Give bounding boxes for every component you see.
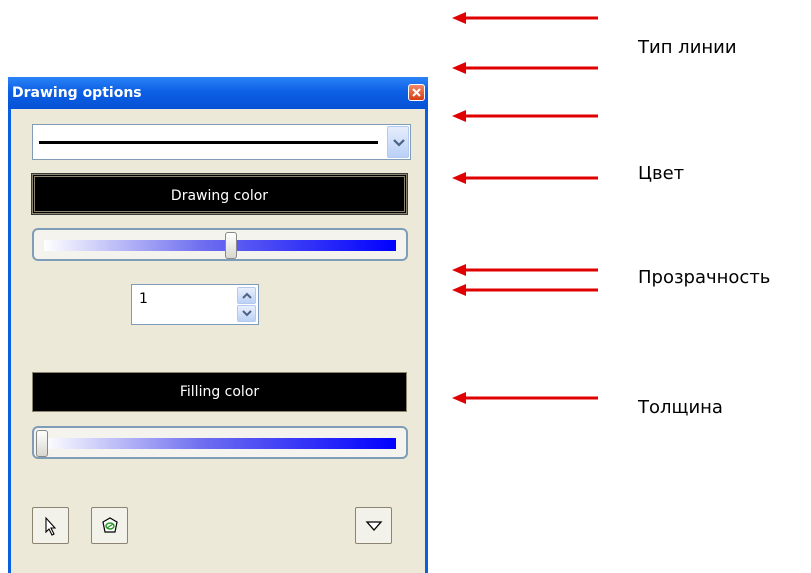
window-title: Drawing options [12,85,142,101]
filling-color-button[interactable]: Filling color [32,372,407,412]
chevron-down-icon [242,310,252,317]
line-style-preview [39,141,378,144]
chevron-up-icon [242,292,252,299]
slider-track [44,438,396,449]
spin-up-button[interactable] [237,287,256,304]
slider-thumb[interactable] [224,232,237,259]
dropdown-triangle-icon [365,521,383,531]
annotation-arrow [452,264,598,276]
pointer-icon [45,516,57,536]
label-color: Цвет [638,163,685,184]
annotation-arrow [452,62,598,74]
slider-thumb[interactable] [36,430,48,457]
label-line-type: Тип линии [638,37,737,58]
chevron-down-icon [393,139,405,147]
filling-transparency-slider[interactable] [32,426,408,459]
annotation-arrow [452,284,598,296]
drawing-color-button[interactable]: Drawing color [31,173,408,215]
more-options-button[interactable] [355,507,392,544]
annotation-arrow [452,110,598,122]
close-button[interactable] [408,84,425,101]
panel-body: Drawing color 1 Filling color [11,109,425,573]
annotation-arrow [452,12,598,24]
label-thickness: Толщина [638,397,723,418]
line-type-dropdown-button[interactable] [387,126,409,158]
thickness-spinner[interactable]: 1 [131,284,259,325]
label-transparency: Прозрачность [638,267,771,288]
fill-bucket-icon [102,517,118,533]
fill-tool-button[interactable] [91,507,128,544]
drawing-options-window: Drawing options Drawing color 1 Filling … [8,77,428,573]
line-type-select[interactable] [32,124,411,160]
thickness-value[interactable]: 1 [139,291,148,307]
spin-down-button[interactable] [237,305,256,322]
pointer-tool-button[interactable] [32,507,69,544]
drawing-transparency-slider[interactable] [32,228,408,261]
annotation-arrow [452,392,598,404]
close-icon [412,88,421,97]
slider-track [44,240,396,251]
title-bar[interactable]: Drawing options [8,77,428,109]
annotation-arrow [452,172,598,184]
